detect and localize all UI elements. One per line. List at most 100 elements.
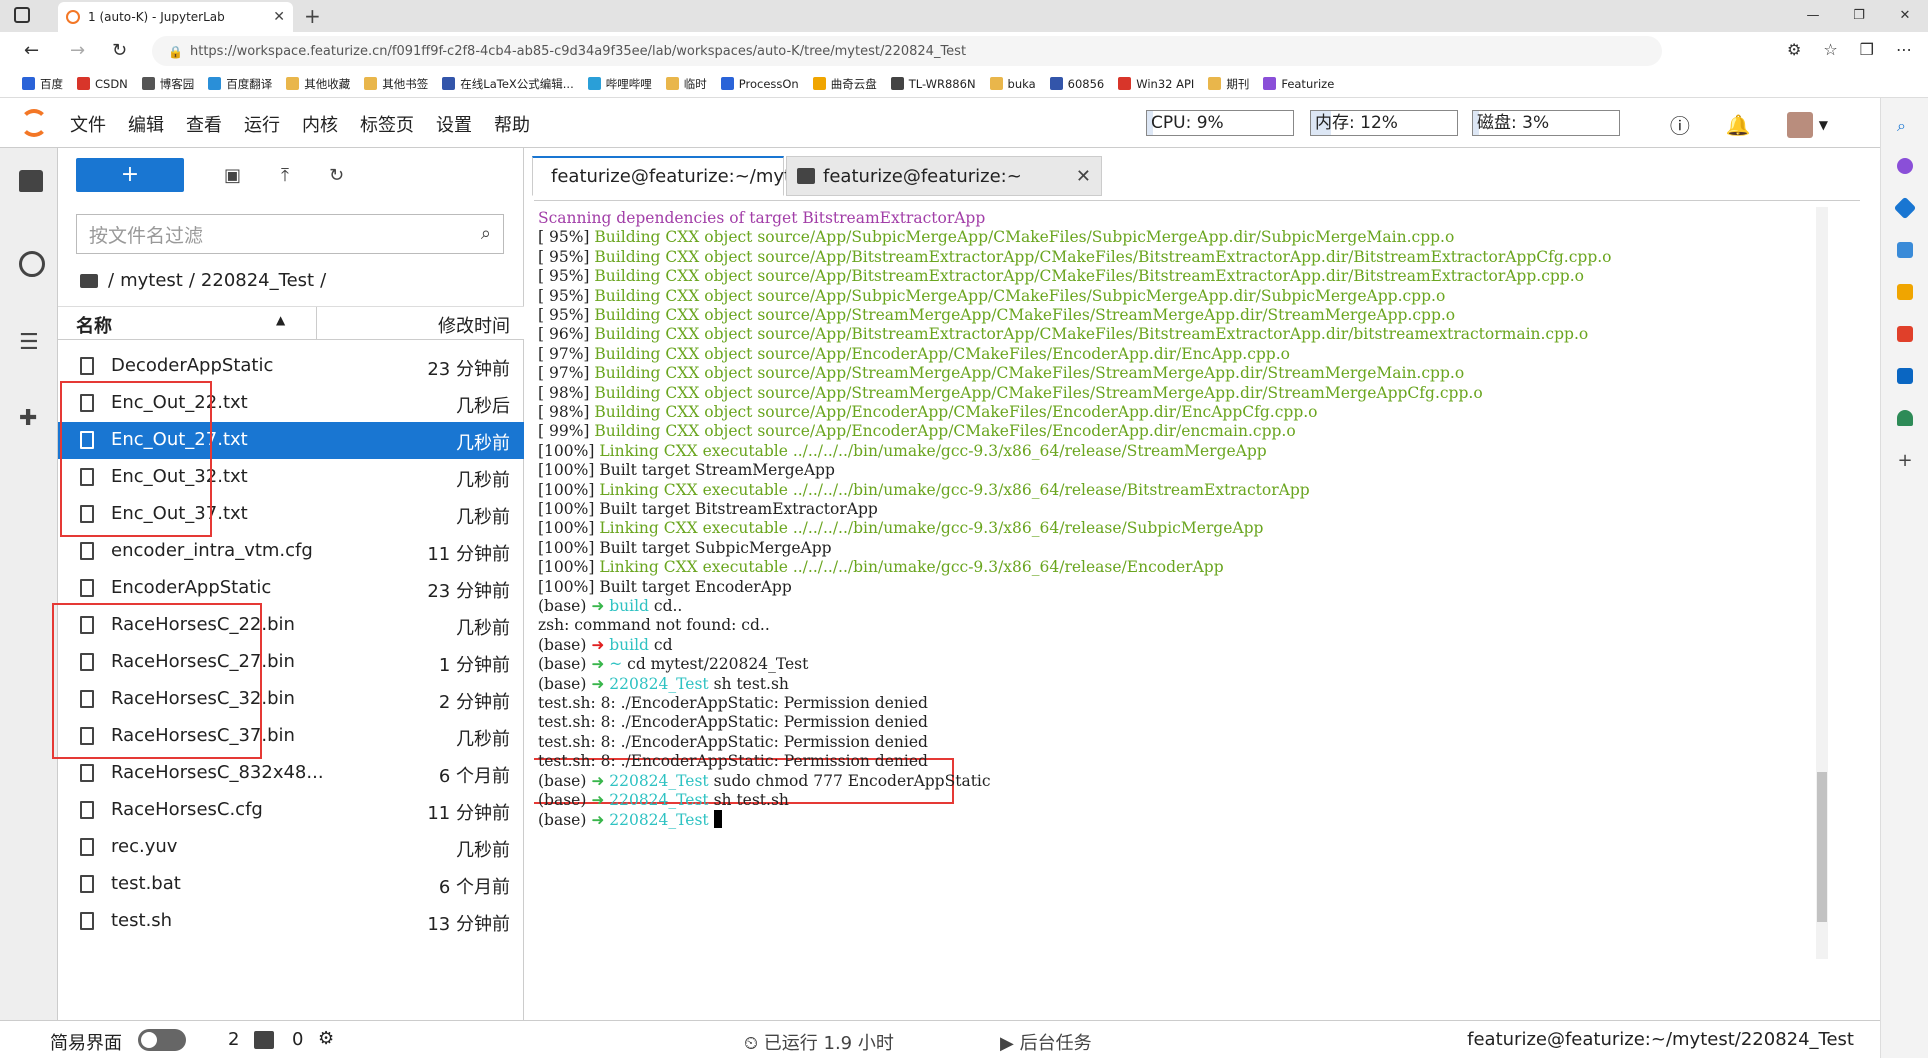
tab-terminal-1[interactable]: featurize@featurize:~/mytes ✕ (532, 156, 835, 196)
file-row[interactable]: rec.yuv 几秒前 (58, 829, 524, 866)
file-row[interactable]: RaceHorsesC_832x48... 6 个月前 (58, 755, 524, 792)
browser-tab[interactable]: 1 (auto-K) - JupyterLab ✕ (58, 2, 293, 32)
bookmark-icon (890, 77, 904, 90)
search-icon[interactable]: ⌕ (1897, 116, 1913, 135)
bookmark-item[interactable]: 其他书签 (364, 76, 428, 92)
bookmark-item[interactable]: 临时 (665, 76, 707, 92)
simple-mode-toggle[interactable] (138, 1029, 186, 1051)
scrollbar-thumb[interactable] (1817, 772, 1827, 922)
favorites-icon[interactable]: ☆ (1823, 40, 1837, 59)
bookmark-item[interactable]: 在线LaTeX公式编辑... (442, 76, 574, 92)
shopping-tag-icon[interactable] (1893, 196, 1917, 220)
restore-button[interactable]: ❐ (1836, 0, 1882, 32)
menu-item[interactable]: 设置 (436, 111, 472, 137)
file-row[interactable]: RaceHorsesC.cfg 11 分钟前 (58, 792, 524, 829)
upload-icon[interactable]: ⤒ (281, 165, 289, 186)
breadcrumb-mytest[interactable]: mytest (120, 270, 183, 291)
running-icon[interactable] (19, 251, 45, 277)
menu-item[interactable]: 编辑 (128, 111, 164, 137)
games-icon[interactable] (1897, 284, 1913, 300)
user-menu[interactable]: ▼ (1786, 111, 1828, 138)
office-icon[interactable] (1897, 326, 1913, 342)
file-row[interactable]: test.bat 6 个月前 (58, 866, 524, 903)
file-row[interactable]: DecoderAppStatic 23 分钟前 (58, 348, 524, 385)
notification-bell-icon[interactable]: 🔔 (1726, 113, 1751, 137)
breadcrumb-220824-test[interactable]: 220824_Test (201, 270, 314, 291)
terminal-segment: cd mytest/220824_Test (627, 655, 809, 674)
bookmark-label: 临时 (683, 76, 707, 91)
column-modified-header[interactable]: 修改时间 (438, 312, 510, 338)
menu-item[interactable]: 查看 (186, 111, 222, 137)
menu-item[interactable]: 标签页 (360, 111, 414, 137)
close-icon[interactable]: ✕ (1076, 166, 1091, 187)
file-row[interactable]: EncoderAppStatic 23 分钟前 (58, 570, 524, 607)
help-icon[interactable]: ⓘ (1670, 110, 1690, 139)
background-tasks[interactable]: ▶ 后台任务 (1000, 1029, 1092, 1055)
close-window-button[interactable]: ✕ (1882, 0, 1928, 32)
tab-actions-icon[interactable] (14, 7, 30, 23)
back-button[interactable]: ← (24, 40, 39, 61)
new-tab-button[interactable]: + (304, 4, 321, 28)
avatar[interactable] (1786, 111, 1813, 138)
menu-item[interactable]: 文件 (70, 111, 106, 137)
close-tab-icon[interactable]: ✕ (273, 9, 285, 25)
bookmark-item[interactable]: 百度翻译 (208, 76, 272, 92)
menu-item[interactable]: 运行 (244, 111, 280, 137)
copilot-icon[interactable] (1897, 158, 1913, 174)
minimize-button[interactable]: — (1790, 0, 1836, 32)
bookmark-icon (1118, 77, 1132, 90)
file-filter-input[interactable]: 按文件名过滤 ⌕ (76, 214, 504, 254)
new-launcher-button[interactable]: + (76, 158, 184, 192)
bookmark-item[interactable]: CSDN (77, 77, 128, 91)
bookmark-item[interactable]: 百度 (22, 76, 63, 92)
tree-icon[interactable] (1897, 410, 1913, 426)
terminal-scrollbar[interactable] (1816, 207, 1828, 959)
forward-button[interactable]: → (70, 40, 85, 61)
settings-more-icon[interactable]: ⋯ (1896, 40, 1912, 59)
url-field[interactable]: 🔒 https://workspace.featurize.cn/f091ff9… (152, 36, 1662, 66)
new-folder-icon[interactable]: ▣ (224, 165, 241, 186)
file-modified: 13 分钟前 (427, 914, 510, 935)
terminals-count[interactable]: 2 (228, 1029, 239, 1050)
terminal-segment: 220824_Test (609, 811, 714, 830)
bookmark-item[interactable]: buka (989, 77, 1036, 91)
column-name-header[interactable]: 名称 (76, 312, 112, 338)
kernels-count[interactable]: 0 (292, 1029, 303, 1050)
outlook-icon[interactable] (1897, 368, 1913, 384)
menu-item[interactable]: 内核 (302, 111, 338, 137)
extensions-icon[interactable]: ⚙ (1787, 40, 1801, 59)
bookmark-label: 其他收藏 (304, 76, 351, 91)
folder-icon[interactable] (19, 170, 43, 192)
bookmark-item[interactable]: 曲奇云盘 (812, 76, 877, 92)
refresh-button[interactable]: ↻ (112, 40, 127, 61)
sort-up-icon[interactable]: ▲ (276, 313, 285, 327)
folder-icon[interactable] (80, 273, 98, 288)
table-of-contents-icon[interactable]: ☰ (19, 330, 43, 355)
bookmark-item[interactable]: 60856 (1049, 77, 1104, 91)
collections-icon[interactable]: ❒ (1860, 40, 1874, 59)
bookmark-item[interactable]: 博客园 (141, 76, 194, 92)
refresh-icon[interactable]: ↻ (329, 165, 344, 186)
file-row[interactable]: test.sh 13 分钟前 (58, 903, 524, 940)
add-icon[interactable]: + (1897, 450, 1913, 471)
file-name: encoder_intra_vtm.cfg (111, 540, 313, 561)
tools-icon[interactable] (1897, 242, 1913, 258)
address-bar-row: ← → ↻ 🔒 https://workspace.featurize.cn/f… (0, 32, 1928, 70)
bookmark-item[interactable]: Win32 API (1118, 77, 1194, 91)
terminal-output[interactable]: Scanning dependencies of target Bitstrea… (534, 200, 1860, 965)
bookmark-item[interactable]: 期刊 (1208, 76, 1249, 92)
file-row[interactable]: encoder_intra_vtm.cfg 11 分钟前 (58, 533, 524, 570)
menu-item[interactable]: 帮助 (494, 111, 530, 137)
lock-icon[interactable]: 🔒 (168, 45, 183, 59)
bookmark-icon (286, 77, 300, 90)
extension-puzzle-icon[interactable]: ✚ (19, 406, 43, 431)
terminal-line: (base) ➜ 220824_Test sh test.sh (538, 791, 789, 809)
bookmark-item[interactable]: 哔哩哔哩 (587, 76, 652, 92)
bookmark-item[interactable]: Featurize (1263, 77, 1334, 91)
bookmark-item[interactable]: 其他收藏 (286, 76, 350, 92)
terminal-line: [ 96%] Building CXX object source/App/Bi… (538, 325, 1588, 343)
tab-terminal-2[interactable]: featurize@featurize:~ ✕ (786, 156, 1102, 196)
bookmark-label: 其他书签 (382, 76, 429, 91)
bookmark-item[interactable]: ProcessOn (720, 77, 799, 91)
bookmark-item[interactable]: TL-WR886N (890, 77, 976, 91)
